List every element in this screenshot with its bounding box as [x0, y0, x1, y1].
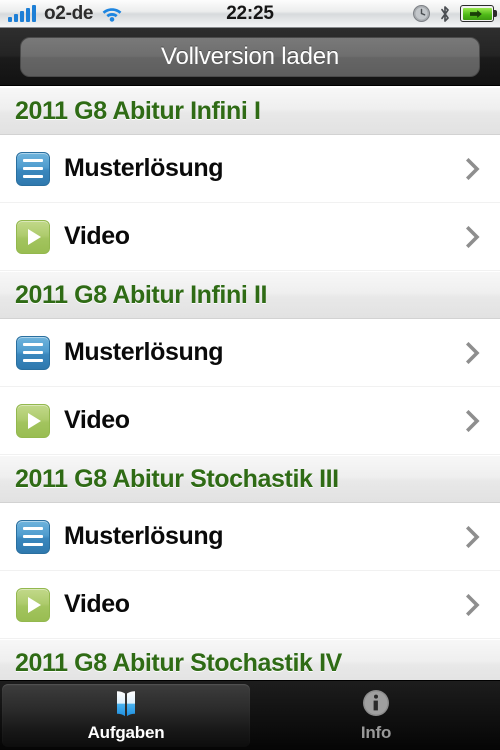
tab-info-label: Info — [360, 723, 392, 742]
list-item[interactable]: Video — [0, 203, 500, 271]
task-list[interactable]: 2011 G8 Abitur Infini I Musterlösung Video… — [0, 87, 500, 680]
list-item-label: Musterlösung — [64, 154, 224, 182]
list-item-label: Video — [64, 406, 130, 434]
signal-bars-icon — [6, 4, 36, 22]
list-item[interactable]: Musterlösung — [0, 135, 500, 203]
chevron-right-icon — [465, 593, 480, 616]
info-icon — [358, 688, 394, 720]
carrier-label: o2-de — [44, 3, 94, 24]
list-item-label: Video — [64, 222, 130, 250]
app-screen: o2-de 22:25 Vollversion laden 2011 G8 Ab… — [0, 0, 500, 750]
section-header: 2011 G8 Abitur Infini I — [0, 87, 500, 135]
section-header: 2011 G8 Abitur Stochastik III — [0, 455, 500, 503]
list-item[interactable]: Video — [0, 571, 500, 639]
list-item[interactable]: Musterlösung — [0, 503, 500, 571]
chevron-right-icon — [465, 157, 480, 180]
play-icon — [16, 403, 50, 438]
list-item[interactable]: Video — [0, 387, 500, 455]
list-item[interactable]: Musterlösung — [0, 319, 500, 387]
chevron-right-icon — [465, 341, 480, 364]
tab-bar: Aufgaben Info — [0, 680, 500, 750]
list-item-label: Musterlösung — [64, 522, 224, 550]
play-icon — [16, 219, 50, 254]
alarm-clock-icon — [413, 5, 430, 22]
document-icon — [16, 519, 50, 554]
wifi-icon — [101, 5, 123, 22]
tab-aufgaben-label: Aufgaben — [87, 723, 165, 742]
status-bar: o2-de 22:25 — [0, 0, 500, 28]
document-icon — [16, 335, 50, 370]
bluetooth-icon — [439, 5, 451, 23]
chevron-right-icon — [465, 409, 480, 432]
list-item-label: Video — [64, 590, 130, 618]
section-header: 2011 G8 Abitur Infini II — [0, 271, 500, 319]
status-bar-right — [413, 5, 497, 23]
top-toolbar: Vollversion laden — [0, 28, 500, 86]
load-full-version-button[interactable]: Vollversion laden — [20, 36, 480, 77]
battery-charging-icon — [460, 5, 497, 22]
play-icon — [16, 587, 50, 622]
book-icon — [108, 688, 144, 720]
tab-aufgaben[interactable]: Aufgaben — [2, 684, 250, 747]
document-icon — [16, 151, 50, 186]
list-item-label: Musterlösung — [64, 338, 224, 366]
chevron-right-icon — [465, 525, 480, 548]
section-header: 2011 G8 Abitur Stochastik IV — [0, 639, 500, 680]
chevron-right-icon — [465, 225, 480, 248]
tab-info[interactable]: Info — [252, 681, 500, 750]
status-bar-left: o2-de — [6, 4, 123, 23]
